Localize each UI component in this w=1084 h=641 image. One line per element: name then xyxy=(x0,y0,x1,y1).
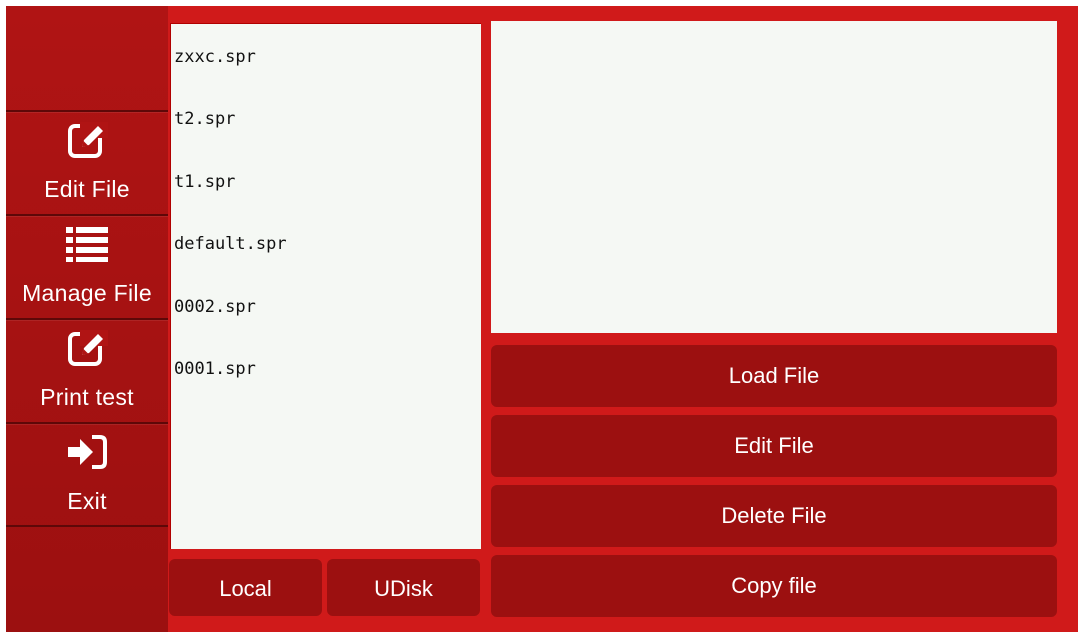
load-file-button[interactable]: Load File xyxy=(491,345,1057,407)
sidebar-item-label: Manage File xyxy=(22,280,152,306)
sidebar-divider xyxy=(6,525,168,527)
edit-file-button[interactable]: Edit File xyxy=(491,415,1057,477)
edit-icon xyxy=(6,328,168,368)
local-storage-button[interactable]: Local xyxy=(169,559,322,616)
list-item[interactable]: zxxc.spr xyxy=(174,42,474,72)
udisk-storage-button[interactable]: UDisk xyxy=(327,559,480,616)
list-item[interactable]: t1.spr xyxy=(174,167,474,197)
file-list[interactable]: zxxc.spr t2.spr t1.spr default.spr 0002.… xyxy=(170,23,481,549)
sidebar-item-exit[interactable]: Exit xyxy=(6,422,168,526)
list-item[interactable]: t2.spr xyxy=(174,104,474,134)
sidebar-item-label: Edit File xyxy=(44,176,130,202)
list-icon xyxy=(6,224,168,264)
sign-in-icon xyxy=(6,432,168,472)
list-item[interactable]: 0001.spr xyxy=(174,354,474,384)
file-preview xyxy=(491,21,1057,333)
sidebar-item-edit-file[interactable]: Edit File xyxy=(6,110,168,214)
sidebar-item-label: Exit xyxy=(67,488,107,514)
list-item[interactable]: default.spr xyxy=(174,229,474,259)
sidebar-item-print-test[interactable]: Print test xyxy=(6,318,168,422)
delete-file-button[interactable]: Delete File xyxy=(491,485,1057,547)
list-item[interactable]: 0002.spr xyxy=(174,292,474,322)
sidebar-item-label: Print test xyxy=(40,384,134,410)
sidebar-item-manage-file[interactable]: Manage File xyxy=(6,214,168,318)
copy-file-button[interactable]: Copy file xyxy=(491,555,1057,617)
edit-icon xyxy=(6,120,168,160)
